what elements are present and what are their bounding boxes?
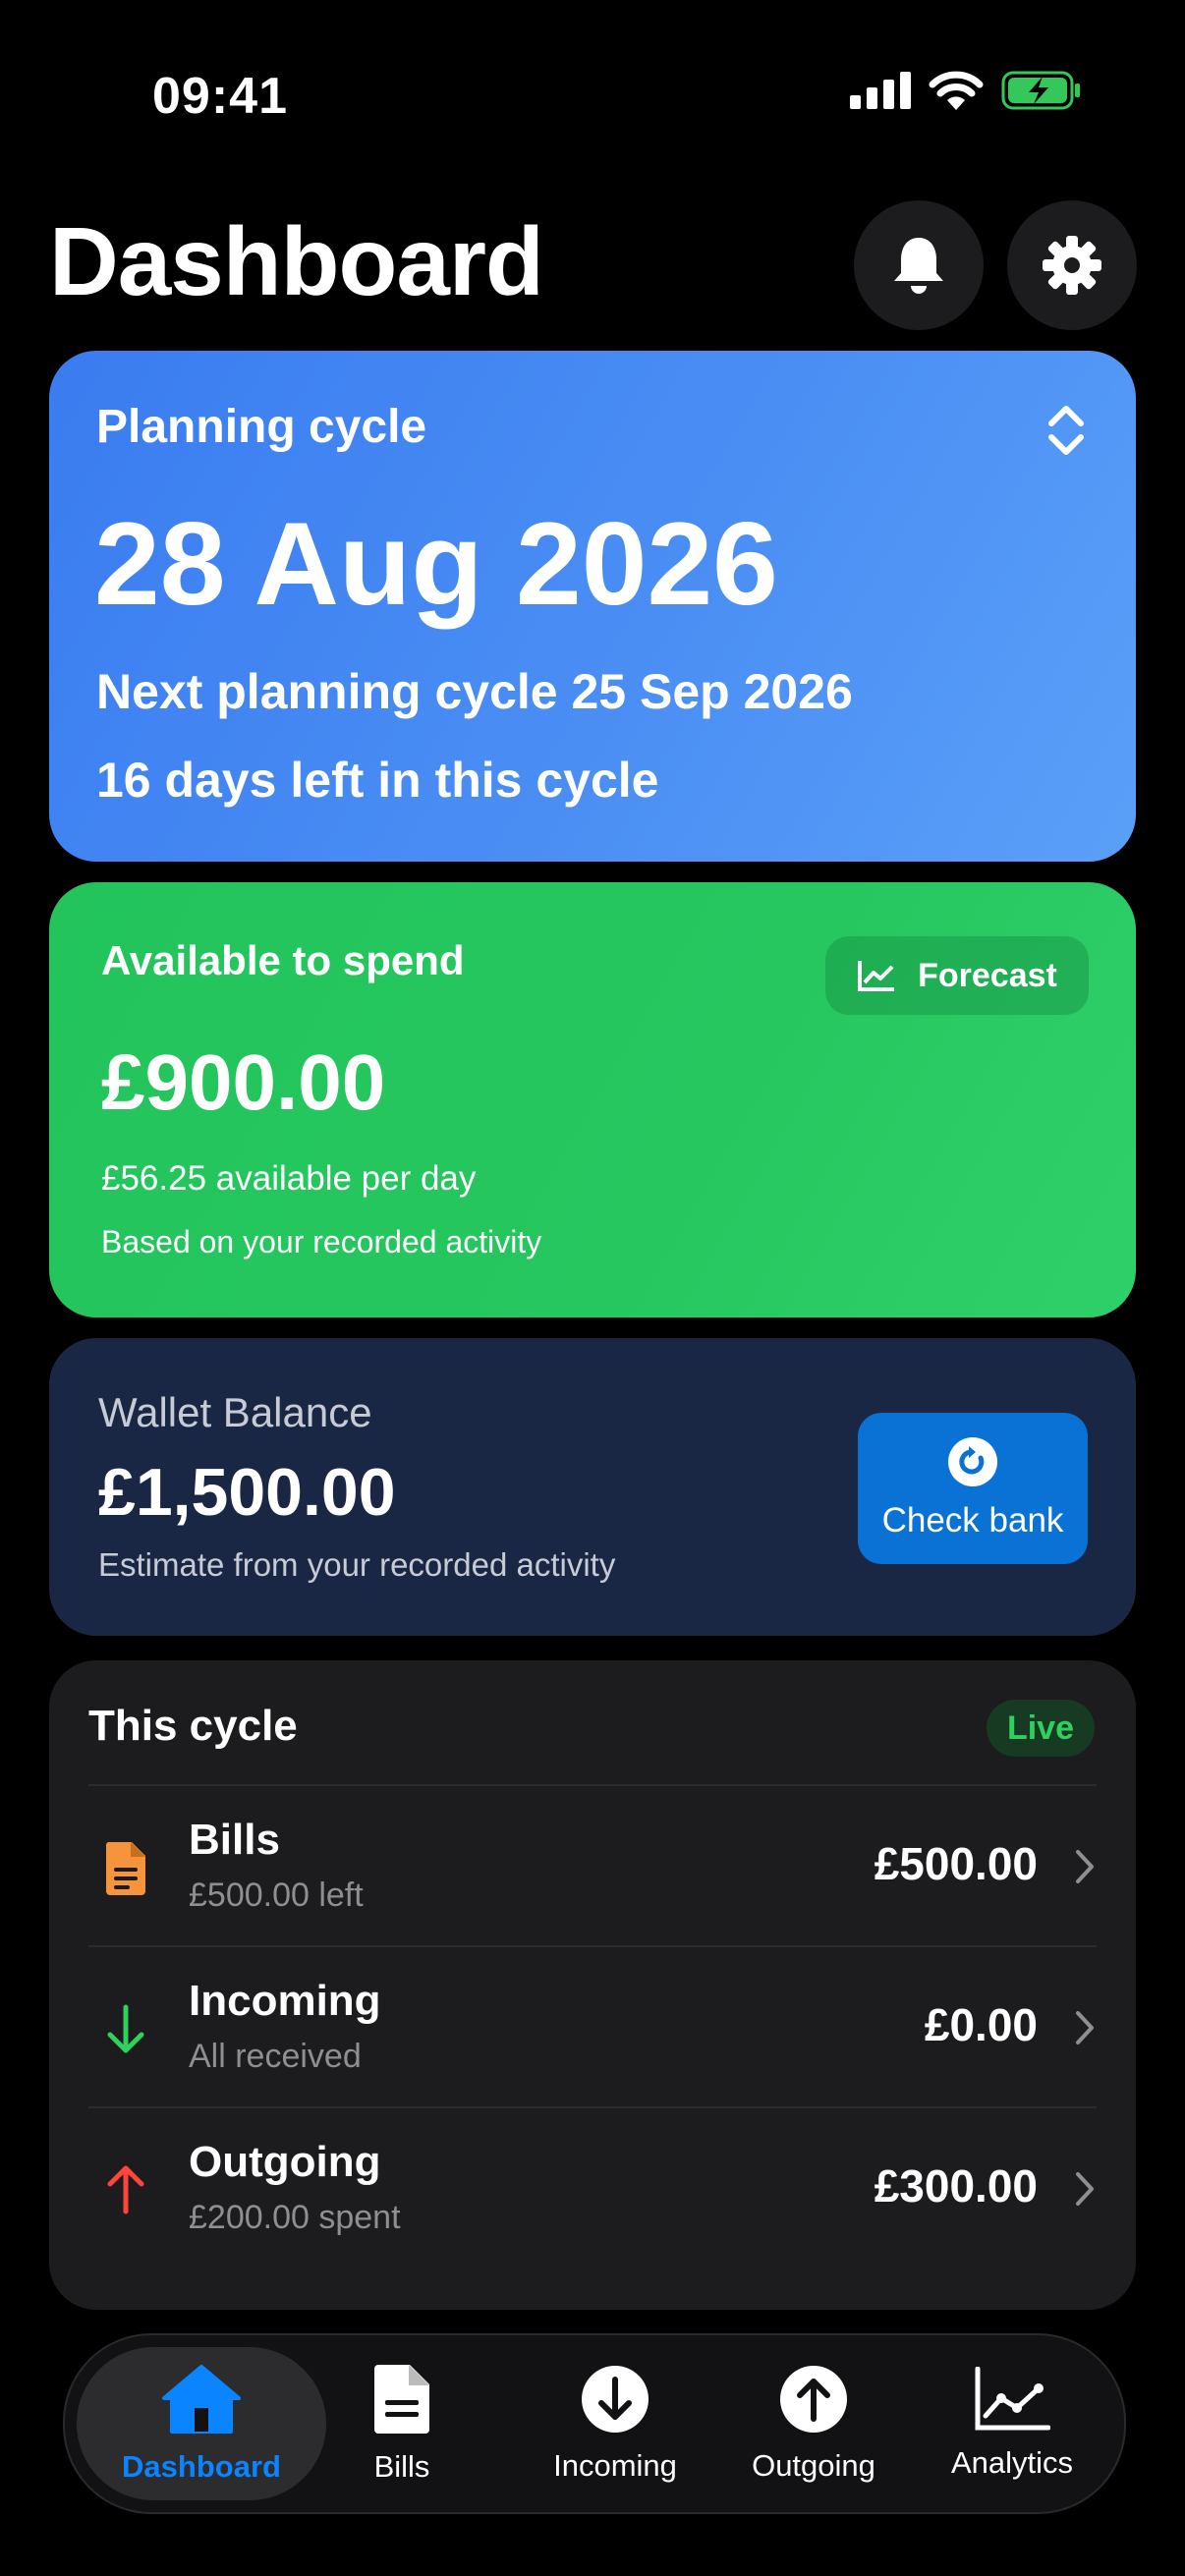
tab-analytics[interactable]: Analytics xyxy=(916,2335,1108,2512)
live-badge: Live xyxy=(987,1700,1095,1757)
arrow-up-icon xyxy=(107,2165,144,2214)
row-sub: £500.00 left xyxy=(189,1876,364,1914)
planning-cycle-card[interactable]: Planning cycle 28 Aug 2026 Next planning… xyxy=(49,351,1136,862)
document-icon xyxy=(374,2365,429,2434)
tab-incoming[interactable]: Incoming xyxy=(519,2335,711,2512)
wallet-balance-card: Wallet Balance £1,500.00 Estimate from y… xyxy=(49,1338,1136,1636)
available-amount: £900.00 xyxy=(101,1038,386,1126)
check-bank-button[interactable]: Check bank xyxy=(858,1413,1088,1564)
chart-line-icon xyxy=(858,961,895,991)
chevron-right-icon xyxy=(1076,2011,1094,2044)
next-cycle-text: Next planning cycle 25 Sep 2026 xyxy=(96,664,853,719)
arrow-up-circle-icon xyxy=(780,2366,847,2433)
forecast-button[interactable]: Forecast xyxy=(825,936,1089,1015)
row-amount: £0.00 xyxy=(924,1999,1038,2050)
available-label: Available to spend xyxy=(101,937,465,983)
forecast-label: Forecast xyxy=(918,956,1057,994)
check-bank-label: Check bank xyxy=(881,1501,1064,1540)
row-label: Outgoing xyxy=(189,2138,381,2186)
status-time: 09:41 xyxy=(152,68,288,125)
arrow-down-circle-icon xyxy=(582,2366,649,2433)
tab-label: Outgoing xyxy=(752,2448,875,2483)
tab-bar: Dashboard Bills Incoming Outgoing Analyt… xyxy=(63,2333,1126,2514)
per-day-text: £56.25 available per day xyxy=(101,1159,477,1198)
this-cycle-title: This cycle xyxy=(88,1702,298,1750)
tab-label: Dashboard xyxy=(122,2449,281,2484)
page-title: Dashboard xyxy=(49,207,544,315)
document-icon xyxy=(105,1842,145,1895)
cycle-row-incoming[interactable]: Incoming All received £0.00 xyxy=(88,1945,1097,2108)
row-label: Bills xyxy=(189,1816,280,1864)
available-to-spend-card: Available to spend Forecast £900.00 £56.… xyxy=(49,882,1136,1317)
this-cycle-card: This cycle Live Bills £500.00 left £500.… xyxy=(49,1660,1136,2310)
status-icons xyxy=(850,71,1082,110)
notifications-button[interactable] xyxy=(854,200,984,330)
wallet-note: Estimate from your recorded activity xyxy=(98,1546,616,1583)
tab-outgoing[interactable]: Outgoing xyxy=(717,2335,910,2512)
cycle-row-bills[interactable]: Bills £500.00 left £500.00 xyxy=(88,1784,1097,1947)
planning-cycle-date: 28 Aug 2026 xyxy=(94,498,778,630)
row-sub: £200.00 spent xyxy=(189,2199,401,2236)
row-amount: £500.00 xyxy=(874,1838,1038,1889)
tab-label: Analytics xyxy=(950,2445,1074,2480)
activity-note: Based on your recorded activity xyxy=(101,1224,542,1260)
chart-icon xyxy=(975,2367,1050,2431)
bell-icon xyxy=(894,238,943,294)
tab-bills[interactable]: Bills xyxy=(336,2335,468,2512)
wifi-icon xyxy=(929,71,984,110)
settings-button[interactable] xyxy=(1007,200,1137,330)
gear-icon xyxy=(1043,236,1101,295)
battery-icon xyxy=(1001,71,1080,110)
wallet-label: Wallet Balance xyxy=(98,1389,372,1435)
cycle-row-outgoing[interactable]: Outgoing £200.00 spent £300.00 xyxy=(88,2106,1097,2269)
wallet-amount: £1,500.00 xyxy=(98,1455,396,1530)
row-amount: £300.00 xyxy=(874,2160,1038,2212)
row-label: Incoming xyxy=(189,1977,381,2025)
signal-icon xyxy=(850,72,911,109)
planning-cycle-label: Planning cycle xyxy=(96,401,427,453)
chevron-right-icon xyxy=(1076,1850,1094,1883)
chevron-up-down-icon[interactable] xyxy=(1045,402,1087,459)
row-sub: All received xyxy=(189,2038,362,2075)
refresh-icon xyxy=(948,1437,997,1486)
arrow-down-icon xyxy=(107,2004,144,2053)
chevron-right-icon xyxy=(1076,2172,1094,2206)
tab-label: Bills xyxy=(373,2449,430,2484)
tab-dashboard[interactable]: Dashboard xyxy=(77,2335,326,2512)
tab-label: Incoming xyxy=(553,2448,677,2483)
days-left-text: 16 days left in this cycle xyxy=(96,753,659,808)
house-icon xyxy=(162,2365,241,2434)
